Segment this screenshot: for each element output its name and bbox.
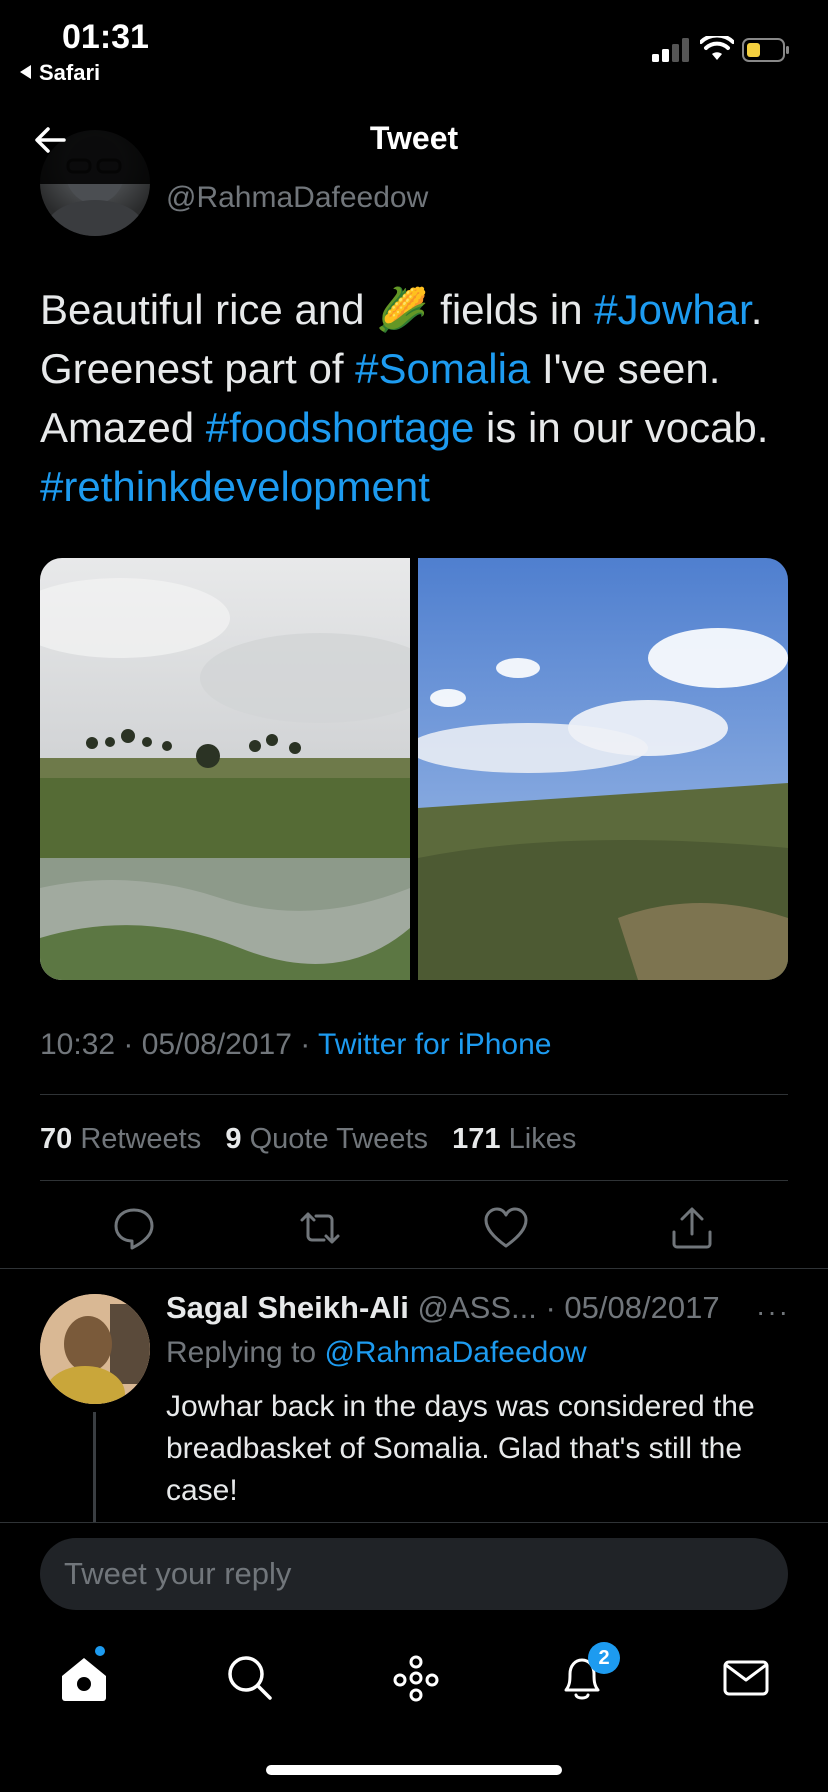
- status-time: 01:31: [62, 18, 149, 56]
- likes-count: 171: [452, 1123, 501, 1155]
- home-notification-dot: [95, 1646, 105, 1656]
- thread-line: [93, 1412, 96, 1522]
- hashtag-link[interactable]: #Jowhar: [594, 286, 750, 333]
- replying-to-label: Replying to: [166, 1336, 325, 1369]
- corn-field-photo[interactable]: [418, 558, 788, 980]
- tweet-source-link[interactable]: Twitter for iPhone: [318, 1028, 551, 1061]
- tweet-date: 05/08/2017: [141, 1028, 292, 1061]
- messages-mail-icon[interactable]: [718, 1650, 774, 1706]
- tweet-text-segment: fields in: [428, 286, 595, 333]
- retweets-label: Retweets: [80, 1123, 202, 1155]
- retweet-icon[interactable]: [296, 1204, 344, 1252]
- likes-stat[interactable]: 171 Likes: [452, 1123, 576, 1155]
- rice-field-photo[interactable]: [40, 558, 410, 980]
- tweet-time: 10:32: [40, 1028, 116, 1061]
- battery-icon: [742, 38, 789, 62]
- notifications-badge: 2: [588, 1642, 620, 1674]
- tweet-text-segment: is in our vocab.: [474, 404, 769, 451]
- tweet-media: [40, 558, 788, 980]
- hashtag-link[interactable]: #foodshortage: [206, 404, 475, 451]
- retweets-count: 70: [40, 1123, 73, 1155]
- wifi-icon: [700, 36, 734, 60]
- divider: [40, 1180, 788, 1181]
- hashtag-link[interactable]: #Somalia: [355, 345, 530, 392]
- tweet-meta: 10:32 · 05/08/2017 · Twitter for iPhone: [40, 1028, 552, 1061]
- divider: [40, 1094, 788, 1095]
- reply-author-handle[interactable]: @ASS...: [418, 1290, 537, 1325]
- replying-to: Replying to @RahmaDafeedow: [166, 1336, 587, 1370]
- tweet-stats: 70 Retweets 9 Quote Tweets 171 Likes: [40, 1123, 576, 1156]
- corn-emoji-icon: 🌽: [376, 286, 429, 333]
- tweet-text-segment: Beautiful rice and: [40, 286, 377, 333]
- back-app-label: Safari: [39, 60, 101, 85]
- tweet-reply-input[interactable]: [40, 1538, 788, 1610]
- like-heart-icon[interactable]: [482, 1204, 530, 1252]
- replying-to-link[interactable]: @RahmaDafeedow: [324, 1336, 586, 1369]
- home-icon[interactable]: [56, 1650, 112, 1706]
- hashtag-link[interactable]: #rethinkdevelopment: [40, 463, 430, 510]
- more-options-icon[interactable]: ···: [756, 1296, 790, 1328]
- likes-label: Likes: [508, 1123, 577, 1155]
- reply-author-name[interactable]: Sagal Sheikh-Ali: [166, 1290, 409, 1325]
- divider: [0, 1268, 828, 1269]
- cellular-signal-icon: [652, 38, 689, 62]
- tweet-text: Beautiful rice and 🌽 fields in #Jowhar. …: [40, 280, 800, 516]
- quote-tweets-stat[interactable]: 9 Quote Tweets: [225, 1123, 428, 1155]
- reply-text: Jowhar back in the days was considered t…: [166, 1390, 755, 1507]
- home-indicator[interactable]: [266, 1765, 562, 1775]
- reply-header: Sagal Sheikh-Ali @ASS... · 05/08/2017: [166, 1290, 720, 1326]
- share-icon[interactable]: [668, 1204, 716, 1252]
- back-triangle-icon: [20, 65, 31, 79]
- search-icon[interactable]: [222, 1650, 278, 1706]
- author-handle[interactable]: @RahmaDafeedow: [166, 181, 428, 215]
- page-title: Tweet: [369, 120, 459, 156]
- quotes-count: 9: [225, 1123, 242, 1155]
- retweets-stat[interactable]: 70 Retweets: [40, 1123, 201, 1155]
- reply-avatar[interactable]: [40, 1294, 150, 1404]
- quotes-label: Quote Tweets: [249, 1123, 428, 1155]
- reply-icon[interactable]: [110, 1204, 158, 1252]
- reply-date: · 05/08/2017: [545, 1290, 720, 1325]
- spaces-icon[interactable]: [388, 1650, 444, 1706]
- reply-avatar-image: [40, 1294, 150, 1404]
- back-to-app-link[interactable]: Safari: [20, 60, 100, 86]
